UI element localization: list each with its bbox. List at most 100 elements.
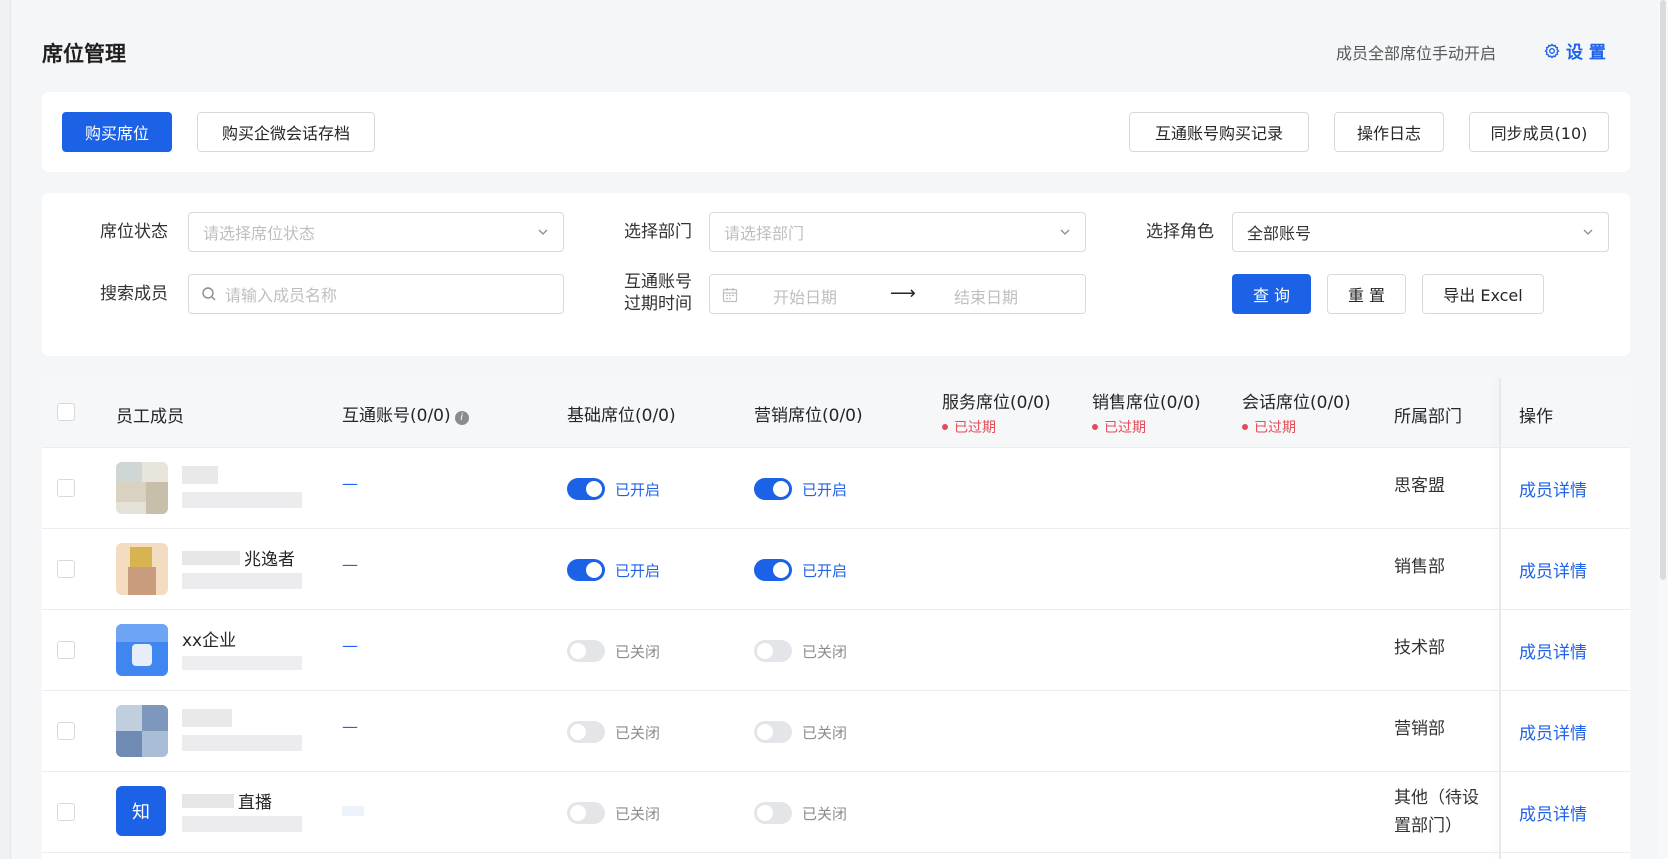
expire-time-label: 互通账号 过期时间	[624, 271, 692, 315]
buy-seat-button[interactable]: 购买席位	[62, 112, 172, 152]
member-detail-link[interactable]: 成员详情	[1519, 719, 1587, 744]
col-sales-seat-label: 销售席位(0/0)	[1092, 393, 1201, 413]
search-member-label: 搜索成员	[100, 284, 168, 304]
department-value: 其他（待设 置部门）	[1394, 788, 1479, 836]
table-row: — 已关闭 已关闭 营销部 成员详情	[42, 691, 1630, 772]
member-detail-link[interactable]: 成员详情	[1519, 476, 1587, 501]
filter-card: 席位状态 请选择席位状态 选择部门 请选择部门 选择角色 全部账号 搜索成员 请…	[42, 193, 1630, 356]
members-table: 员工成员 互通账号(0/0) i 基础席位(0/0) 营销席位(0/0) 服务席位…	[42, 378, 1630, 859]
dept-select[interactable]: 请选择部门	[709, 212, 1086, 252]
col-session-seat: 会话席位(0/0) 已过期	[1242, 388, 1351, 437]
basic-seat-toggle[interactable]: 已关闭	[567, 721, 660, 743]
interop-account-value: —	[342, 636, 358, 655]
blurred-subtitle	[182, 656, 302, 670]
col-marketing-seat: 营销席位(0/0)	[754, 406, 863, 426]
seat-status-select[interactable]: 请选择席位状态	[188, 212, 564, 252]
query-button[interactable]: 查 询	[1232, 274, 1311, 314]
col-interop-account-label: 互通账号(0/0)	[342, 406, 451, 426]
interop-account-value: —	[342, 555, 358, 574]
member-detail-link[interactable]: 成员详情	[1519, 638, 1587, 663]
operation-log-button[interactable]: 操作日志	[1334, 112, 1444, 152]
blurred-name	[182, 709, 232, 727]
table-row: 知 直播 已关闭 已关闭 其他（待设 置部门） 成员详情	[42, 772, 1630, 853]
scrollbar-track[interactable]	[1658, 0, 1668, 859]
seat-status-placeholder: 请选择席位状态	[203, 224, 316, 243]
arrow-right-icon: ⟶	[890, 283, 916, 304]
basic-seat-toggle[interactable]: 已关闭	[567, 802, 660, 824]
avatar	[116, 705, 168, 757]
avatar	[116, 462, 168, 514]
col-operation: 操作	[1519, 407, 1553, 427]
info-icon[interactable]: i	[454, 411, 469, 425]
row-checkbox[interactable]	[57, 479, 75, 497]
search-input[interactable]: 请输入成员名称	[188, 274, 564, 314]
avatar	[116, 624, 168, 676]
calendar-icon	[722, 288, 738, 303]
reset-button[interactable]: 重 置	[1327, 274, 1406, 314]
sync-members-button[interactable]: 同步成员(10)	[1469, 112, 1609, 152]
dept-label: 选择部门	[624, 222, 692, 242]
marketing-seat-toggle[interactable]: 已关闭	[754, 802, 847, 824]
member-detail-link[interactable]: 成员详情	[1519, 800, 1587, 825]
col-member: 员工成员	[116, 407, 184, 427]
member-detail-link[interactable]: 成员详情	[1519, 557, 1587, 582]
row-checkbox[interactable]	[57, 722, 75, 740]
marketing-seat-toggle[interactable]: 已开启	[754, 559, 847, 581]
buy-archive-button[interactable]: 购买企微会话存档	[197, 112, 375, 152]
table-row: 兆逸者 — 已开启 已开启 销售部 成员详情	[42, 529, 1630, 610]
col-sales-seat: 销售席位(0/0) 已过期	[1092, 388, 1201, 437]
start-date-placeholder[interactable]: 开始日期	[773, 284, 837, 308]
chevron-down-icon	[1060, 229, 1070, 235]
blurred-subtitle	[182, 492, 302, 508]
marketing-seat-toggle[interactable]: 已开启	[754, 478, 847, 500]
department-value: 技术部	[1394, 638, 1445, 658]
blurred-name	[182, 551, 240, 565]
actions-card: 购买席位 购买企微会话存档 互通账号购买记录 操作日志 同步成员(10)	[42, 92, 1630, 172]
department-value: 销售部	[1394, 557, 1445, 577]
export-excel-button[interactable]: 导出 Excel	[1422, 274, 1544, 314]
seat-status-label: 席位状态	[100, 222, 168, 242]
member-name: 直播	[238, 793, 272, 813]
select-all-checkbox[interactable]	[57, 403, 75, 421]
date-range-picker[interactable]: 开始日期 ⟶ 结束日期	[709, 274, 1086, 314]
expired-badge: 已过期	[1254, 420, 1296, 436]
role-value: 全部账号	[1247, 224, 1312, 243]
row-checkbox[interactable]	[57, 641, 75, 659]
basic-seat-toggle[interactable]: 已开启	[567, 478, 660, 500]
blurred-name	[182, 466, 218, 484]
interop-account-value: —	[342, 474, 358, 493]
end-date-placeholder[interactable]: 结束日期	[954, 284, 1018, 308]
table-header: 员工成员 互通账号(0/0) i 基础席位(0/0) 营销席位(0/0) 服务席位…	[42, 378, 1630, 448]
avatar: 知	[116, 786, 166, 836]
expired-badge: 已过期	[1104, 420, 1146, 436]
col-interop-account: 互通账号(0/0) i	[342, 401, 469, 426]
col-session-seat-label: 会话席位(0/0)	[1242, 393, 1351, 413]
header-note: 成员全部席位手动开启	[1336, 44, 1497, 63]
department-value: 营销部	[1394, 719, 1445, 739]
basic-seat-toggle[interactable]: 已关闭	[567, 640, 660, 662]
basic-seat-toggle[interactable]: 已开启	[567, 559, 660, 581]
marketing-seat-toggle[interactable]: 已关闭	[754, 721, 847, 743]
row-checkbox[interactable]	[57, 803, 75, 821]
marketing-seat-toggle[interactable]: 已关闭	[754, 640, 847, 662]
member-name: 兆逸者	[244, 550, 295, 570]
left-edge-panel	[0, 0, 11, 859]
role-label: 选择角色	[1146, 222, 1214, 242]
purchase-records-button[interactable]: 互通账号购买记录	[1129, 112, 1309, 152]
col-service-seat-label: 服务席位(0/0)	[942, 393, 1051, 413]
chevron-down-icon	[538, 229, 548, 235]
scrollbar-thumb[interactable]	[1660, 0, 1666, 580]
search-placeholder: 请输入成员名称	[225, 286, 338, 305]
row-checkbox[interactable]	[57, 560, 75, 578]
blurred-subtitle	[182, 573, 302, 589]
settings-button[interactable]: 设 置	[1544, 38, 1606, 63]
expire-label-line1: 互通账号	[624, 272, 692, 292]
role-select[interactable]: 全部账号	[1232, 212, 1609, 252]
dept-placeholder: 请选择部门	[724, 224, 805, 243]
chevron-down-icon	[1583, 229, 1593, 235]
blurred-name	[182, 794, 234, 808]
col-service-seat: 服务席位(0/0) 已过期	[942, 388, 1051, 437]
interop-account-value: —	[342, 717, 358, 736]
member-name: xx企业	[182, 631, 237, 651]
col-basic-seat: 基础席位(0/0)	[567, 406, 676, 426]
